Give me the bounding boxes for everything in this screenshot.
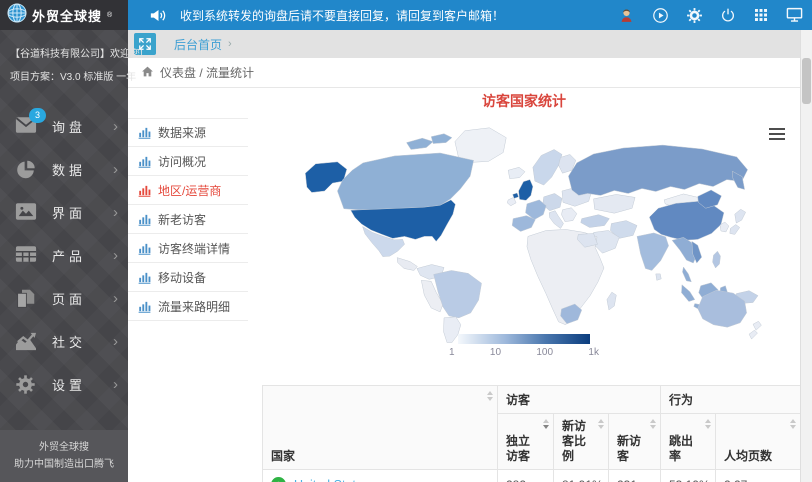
pages-icon <box>15 288 39 310</box>
notification-bar: 收到系统转发的询盘后请不要直接回复，请回复到客户邮箱！ <box>128 0 812 30</box>
bar-chart-icon <box>138 155 151 168</box>
home-icon <box>141 65 154 81</box>
app-window: 外贸全球搜 ® 【谷道科技有限公司】欢迎您! 项目方案：V3.0 标准版 一年 … <box>0 0 812 482</box>
submenu-item-mobile-devices[interactable]: 移动设备 <box>128 263 248 292</box>
gear-icon[interactable] <box>686 7 703 24</box>
country-link[interactable]: United States <box>294 478 369 482</box>
bar-chart-icon <box>138 271 151 284</box>
page-header-text: 仪表盘 / 流量统计 <box>160 64 254 81</box>
cell-bounce-rate: 53.19% <box>661 470 716 482</box>
chevron-right-icon: › <box>113 162 118 177</box>
column-header-new-visitors[interactable]: 新访客 <box>609 414 661 470</box>
sidebar-item-interface[interactable]: 界面 › <box>0 191 128 234</box>
map-legend: 1 10 100 1k <box>449 334 599 358</box>
cell-pages-per-visit: 2.27 <box>716 470 801 482</box>
sort-icon[interactable] <box>650 419 656 429</box>
welcome-company: 【谷道科技有限公司】欢迎您! <box>10 43 120 66</box>
sidebar-item-settings[interactable]: 设置 › <box>0 363 128 406</box>
breadcrumb[interactable]: 后台首页 <box>174 36 222 53</box>
welcome-plan: 项目方案：V3.0 标准版 一年 <box>10 66 120 89</box>
sidebar-item-page[interactable]: 页面 › <box>0 277 128 320</box>
topbar-actions <box>618 7 803 24</box>
legend-gradient <box>458 334 590 344</box>
column-header-bounce-rate[interactable]: 跳出率 <box>661 414 716 470</box>
submenu-item-visit-overview[interactable]: 访问概况 <box>128 147 248 176</box>
column-header-unique-visitors[interactable]: 独立访客 <box>498 414 554 470</box>
chevron-right-icon: › <box>113 205 118 220</box>
sidebar-menu: 3 询盘 › 数据 › 界面 › <box>0 105 128 406</box>
column-header-pages-per-visit[interactable]: 人均页数 <box>716 414 801 470</box>
cell-new-visitors: 231 <box>609 470 661 482</box>
sort-icon[interactable] <box>487 391 493 401</box>
scrollbar-thumb[interactable] <box>802 58 811 104</box>
group-header-behavior: 行为 <box>661 386 801 414</box>
page-header: 仪表盘 / 流量统计 <box>128 58 800 88</box>
submenu-item-new-returning[interactable]: 新老访客 <box>128 205 248 234</box>
bar-chart-icon <box>138 126 151 139</box>
submenu-item-data-source[interactable]: 数据来源 <box>128 118 248 147</box>
image-icon <box>15 202 39 224</box>
sidebar-item-data[interactable]: 数据 › <box>0 148 128 191</box>
scrollbar[interactable] <box>800 30 812 482</box>
group-header-visitors: 访客 <box>498 386 661 414</box>
globe-logo-icon <box>7 3 27 28</box>
product-grid-icon <box>15 245 39 267</box>
main-content: 访客国家统计 <box>248 88 800 482</box>
column-header-new-ratio[interactable]: 新访客比例 <box>554 414 609 470</box>
sort-icon[interactable] <box>790 419 796 429</box>
breadcrumb-bar: 后台首页 › <box>128 30 800 58</box>
envelope-icon: 3 <box>15 116 39 138</box>
speaker-icon <box>150 8 167 23</box>
chevron-right-icon: › <box>113 291 118 306</box>
brand-name: 外贸全球搜 <box>32 6 102 25</box>
cell-unique-visitors: 282 <box>498 470 554 482</box>
grid-icon[interactable] <box>753 7 769 23</box>
sort-icon-desc[interactable] <box>543 419 549 429</box>
trend-chart-icon <box>15 331 39 353</box>
inquiry-badge: 3 <box>29 108 46 123</box>
chevron-right-icon: › <box>113 334 118 349</box>
chart-title: 访客国家统计 <box>248 91 800 111</box>
submenu: 数据来源 访问概况 地区/运营商 新老访客 访客终端详情 移动设备 流量来路明细 <box>128 118 248 321</box>
cell-new-ratio: 81.91% <box>554 470 609 482</box>
expand-row-icon[interactable]: + <box>271 477 286 482</box>
world-map[interactable] <box>268 112 780 344</box>
bar-chart-icon <box>138 184 151 197</box>
chevron-right-icon: › <box>113 377 118 392</box>
power-icon[interactable] <box>720 7 736 23</box>
column-header-country[interactable]: 国家 <box>263 386 498 470</box>
sort-icon[interactable] <box>705 419 711 429</box>
footer-slogan: 助力中国制造出口腾飞 <box>0 456 128 473</box>
sidebar-item-inquiry[interactable]: 3 询盘 › <box>0 105 128 148</box>
sidebar-item-product[interactable]: 产品 › <box>0 234 128 277</box>
bar-chart-icon <box>138 300 151 313</box>
registered-mark: ® <box>107 12 112 19</box>
gear-icon <box>15 374 39 396</box>
monitor-icon[interactable] <box>786 7 803 23</box>
submenu-item-terminal-details[interactable]: 访客终端详情 <box>128 234 248 263</box>
welcome-block: 【谷道科技有限公司】欢迎您! 项目方案：V3.0 标准版 一年 <box>0 30 128 89</box>
footer-brand: 外贸全球搜 <box>0 439 128 456</box>
bar-chart-icon <box>138 213 151 226</box>
sidebar-footer: 外贸全球搜 助力中国制造出口腾飞 <box>0 430 128 482</box>
sort-icon[interactable] <box>598 419 604 429</box>
legend-labels: 1 10 100 1k <box>449 347 599 358</box>
sidebar-item-social[interactable]: 社交 › <box>0 320 128 363</box>
bar-chart-icon <box>138 242 151 255</box>
pie-chart-icon <box>15 159 39 181</box>
submenu-item-region-carrier[interactable]: 地区/运营商 <box>128 176 248 205</box>
table-row: + United States 282 81.91% 231 53.19% 2.2… <box>263 470 801 482</box>
chevron-right-icon: › <box>113 248 118 263</box>
play-icon[interactable] <box>652 7 669 24</box>
submenu-item-traffic-sources[interactable]: 流量来路明细 <box>128 292 248 321</box>
breadcrumb-separator: › <box>228 38 232 50</box>
avatar[interactable] <box>618 7 635 24</box>
stats-table: 国家 访客 行为 独立访客 新访客比例 新 <box>262 385 801 482</box>
brand-logo[interactable]: 外贸全球搜 ® <box>0 0 128 30</box>
chevron-right-icon: › <box>113 119 118 134</box>
sidebar: 外贸全球搜 ® 【谷道科技有限公司】欢迎您! 项目方案：V3.0 标准版 一年 … <box>0 0 128 482</box>
notification-text: 收到系统转发的询盘后请不要直接回复，请回复到客户邮箱！ <box>180 7 618 24</box>
